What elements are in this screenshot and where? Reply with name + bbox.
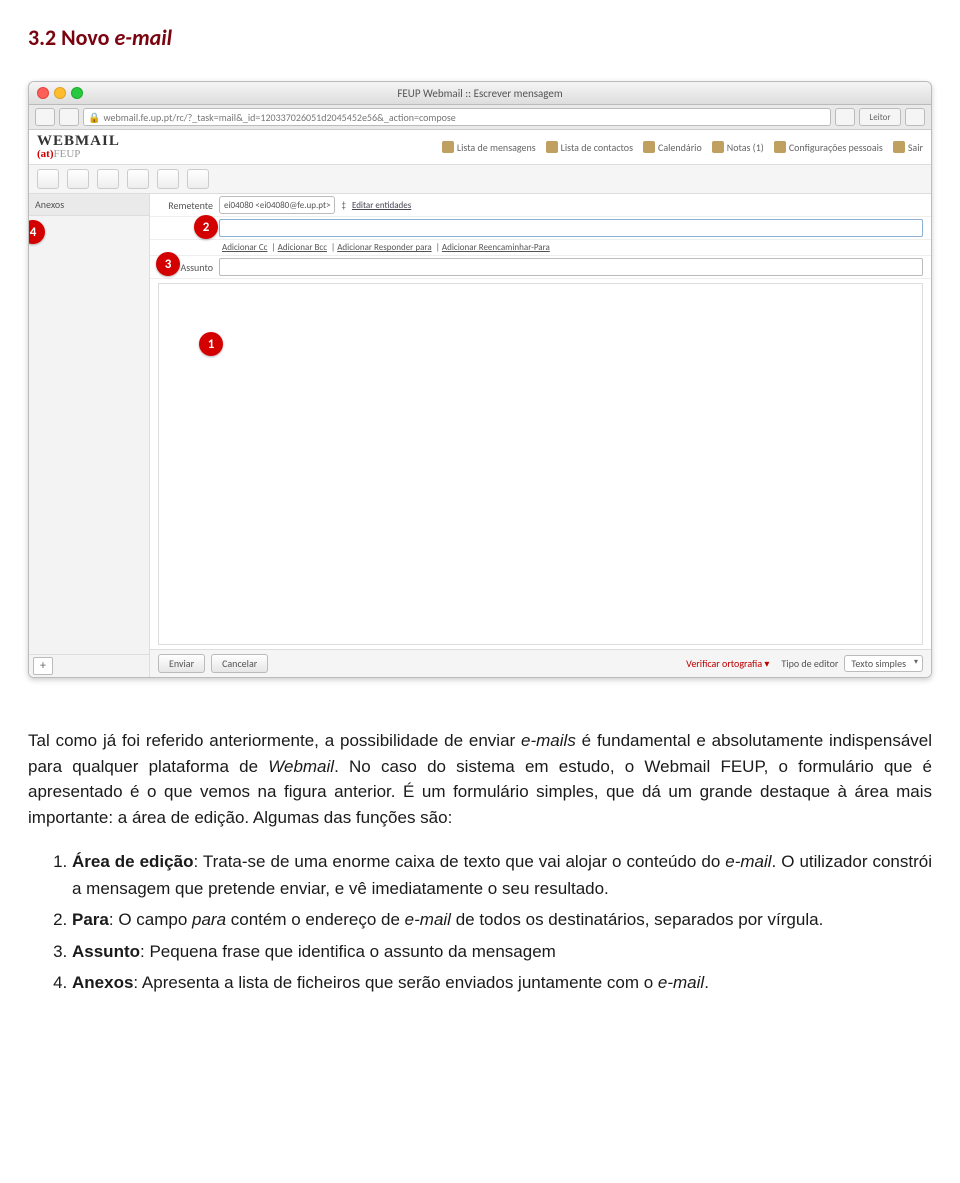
message-editor[interactable]: 1 <box>158 283 923 645</box>
logo: WEBMAIL (at)FEUP <box>37 134 120 160</box>
nav-calendar[interactable]: Calendário <box>643 141 702 154</box>
lock-icon: 🔒 <box>88 111 100 124</box>
list-item-4: Anexos: Apresenta a lista de ficheiros q… <box>72 969 932 996</box>
add-attachment-button[interactable]: + <box>33 657 53 675</box>
top-nav: Lista de mensagens Lista de contactos Ca… <box>442 141 923 154</box>
function-list: Área de edição: Trata-se de uma enorme c… <box>28 848 932 996</box>
add-bcc-link[interactable]: Adicionar Bcc <box>278 242 327 253</box>
send-icon-button[interactable] <box>37 169 59 189</box>
from-label: Remetente <box>158 199 213 212</box>
attachments-sidebar: Anexos + 4 <box>29 194 150 677</box>
spellcheck-icon-button[interactable] <box>67 169 89 189</box>
compose-bottombar: Enviar Cancelar Verificar ortografia ▾ T… <box>150 649 931 677</box>
nav-settings[interactable]: Configurações pessoais <box>774 141 883 154</box>
nav-notes[interactable]: Notas (1) <box>712 141 764 154</box>
reader-button[interactable]: Leitor <box>859 108 901 126</box>
attachments-header: Anexos <box>29 194 149 216</box>
notes-icon <box>712 141 724 153</box>
url-bar[interactable]: 🔒 webmail.fe.up.pt/rc/?_task=mail&_id=12… <box>83 108 831 126</box>
back-button[interactable] <box>35 108 55 126</box>
subject-row: Assunto 3 <box>150 256 931 279</box>
list-item-1: Área de edição: Trata-se de uma enorme c… <box>72 848 932 902</box>
send-button[interactable]: Enviar <box>158 654 205 673</box>
add-recipient-links: Adicionar Cc | Adicionar Bcc | Adicionar… <box>150 240 931 256</box>
bookmark-button[interactable] <box>905 108 925 126</box>
subject-input[interactable] <box>219 258 923 276</box>
browser-window: FEUP Webmail :: Escrever mensagem 🔒 webm… <box>28 81 932 678</box>
marker-2: 2 <box>194 215 218 239</box>
attachments-footer: + <box>29 654 149 677</box>
cancel-button[interactable]: Cancelar <box>211 654 268 673</box>
to-row: Para 2 <box>150 217 931 240</box>
options-icon-button[interactable] <box>187 169 209 189</box>
editor-type-select[interactable]: Texto simples <box>844 655 923 672</box>
list-item-3: Assunto: Pequena frase que identifica o … <box>72 938 932 965</box>
logo-bottom: (at)FEUP <box>37 149 120 160</box>
editor-type-label: Tipo de editor <box>781 657 838 670</box>
list-item-2: Para: O campo para contém o endereço de … <box>72 906 932 933</box>
marker-3: 3 <box>156 252 180 276</box>
browser-toolbar: 🔒 webmail.fe.up.pt/rc/?_task=mail&_id=12… <box>29 105 931 130</box>
calendar-icon <box>643 141 655 153</box>
section-title-italic: e-mail <box>114 24 172 51</box>
window-title: FEUP Webmail :: Escrever mensagem <box>29 87 931 100</box>
nav-contacts[interactable]: Lista de contactos <box>546 141 633 154</box>
to-input[interactable] <box>219 219 923 237</box>
section-heading: 3.2 Novo e-mail <box>28 24 932 51</box>
add-reply-link[interactable]: Adicionar Responder para <box>337 242 431 253</box>
attach-icon-button[interactable] <box>97 169 119 189</box>
add-fwd-link[interactable]: Adicionar Reencaminhar-Para <box>442 242 550 253</box>
compose-toolbar <box>29 165 931 194</box>
section-number: 3.2 <box>28 24 56 51</box>
nav-logout[interactable]: Sair <box>893 141 923 154</box>
compose-area: Anexos + 4 Remetente ei04080 <ei04080@fe… <box>29 194 931 677</box>
signature-icon-button[interactable] <box>127 169 149 189</box>
titlebar: FEUP Webmail :: Escrever mensagem <box>29 82 931 105</box>
forward-button[interactable] <box>59 108 79 126</box>
gear-icon <box>774 141 786 153</box>
intro-paragraph: Tal como já foi referido anteriormente, … <box>28 728 932 830</box>
from-row: Remetente ei04080 <ei04080@fe.up.pt> ‡ E… <box>150 194 931 217</box>
contacts-icon <box>546 141 558 153</box>
logo-top: WEBMAIL <box>37 134 120 149</box>
attachments-list <box>29 216 149 654</box>
logout-icon <box>893 141 905 153</box>
section-title-plain: Novo <box>61 24 114 51</box>
save-icon-button[interactable] <box>157 169 179 189</box>
from-select[interactable]: ei04080 <ei04080@fe.up.pt> <box>219 196 335 214</box>
app-header: WEBMAIL (at)FEUP Lista de mensagens List… <box>29 130 931 165</box>
marker-1: 1 <box>199 332 223 356</box>
edit-identities-link[interactable]: Editar entidades <box>352 200 411 211</box>
reload-button[interactable] <box>835 108 855 126</box>
url-text: webmail.fe.up.pt/rc/?_task=mail&_id=1203… <box>103 111 455 124</box>
compose-main: Remetente ei04080 <ei04080@fe.up.pt> ‡ E… <box>150 194 931 677</box>
add-cc-link[interactable]: Adicionar Cc <box>222 242 267 253</box>
nav-messages[interactable]: Lista de mensagens <box>442 141 536 154</box>
mail-icon <box>442 141 454 153</box>
spellcheck-link[interactable]: Verificar ortografia ▾ <box>686 657 769 670</box>
